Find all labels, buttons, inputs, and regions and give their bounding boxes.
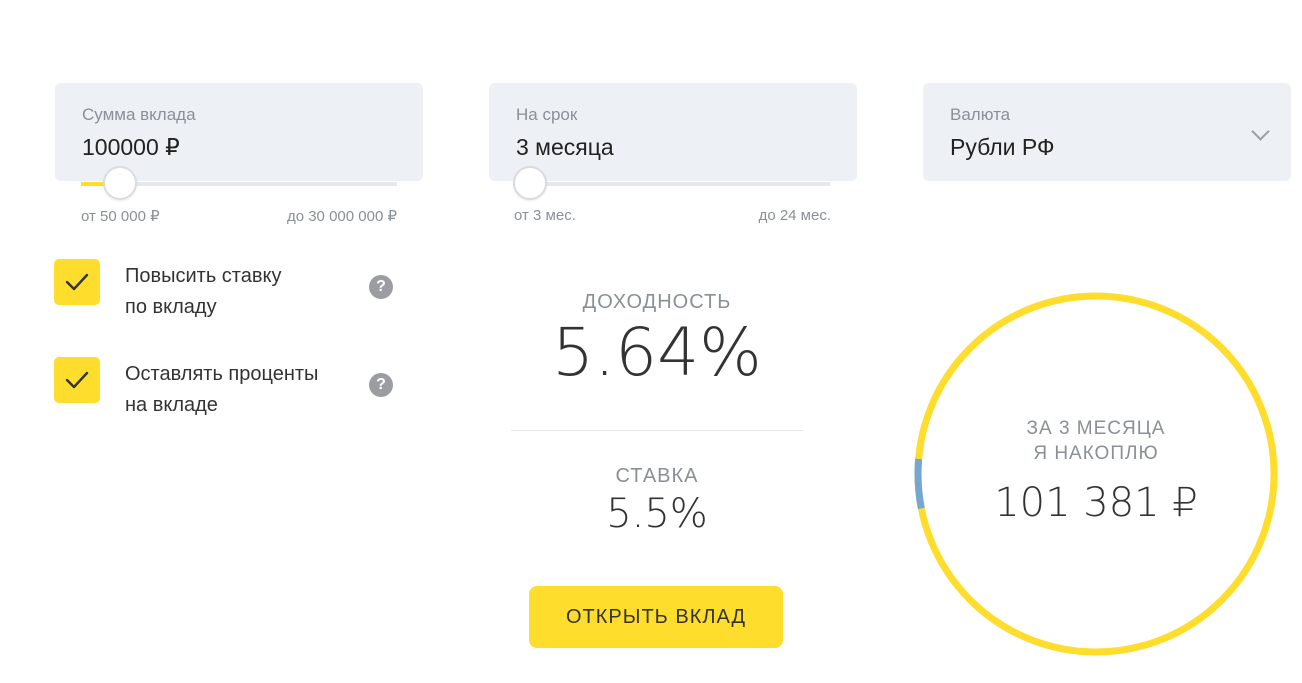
rate-caption: СТАВКА (615, 465, 699, 487)
increase-rate-checkbox[interactable] (54, 259, 100, 305)
currency-label: Валюта (950, 105, 1011, 124)
yield-caption: ДОХОДНОСТЬ (582, 291, 732, 313)
currency-select[interactable]: Валюта Рубли РФ (923, 83, 1291, 181)
checkmark-icon (65, 273, 89, 291)
summary-caption: ЗА 3 МЕСЯЦА Я НАКОПЛЮ (913, 416, 1279, 466)
increase-rate-label: Повысить ставку по вкладу (125, 261, 365, 323)
help-icon[interactable]: ? (369, 373, 393, 397)
savings-donut (914, 292, 1278, 656)
term-slider-thumb[interactable] (513, 166, 547, 200)
currency-value: Рубли РФ (950, 134, 1055, 160)
term-value[interactable]: 3 месяца (516, 133, 830, 161)
keep-interest-label-line1: Оставлять проценты (125, 363, 319, 385)
deposit-amount-slider[interactable] (81, 166, 397, 200)
open-deposit-button[interactable]: ОТКРЫТЬ ВКЛАД (529, 586, 783, 648)
keep-interest-label-line2: на вкладе (125, 394, 218, 416)
yield-value: 5.64% (552, 314, 762, 391)
increase-rate-label-line1: Повысить ставку (125, 265, 282, 287)
term-label: На срок (516, 105, 578, 124)
deposit-amount-slider-thumb[interactable] (103, 166, 137, 200)
help-icon[interactable]: ? (369, 275, 393, 299)
checkmark-icon (65, 371, 89, 389)
term-slider[interactable] (513, 166, 830, 200)
term-field[interactable]: На срок 3 месяца (489, 83, 857, 181)
deposit-amount-min: от 50 000 ₽ (81, 208, 160, 225)
keep-interest-checkbox[interactable] (54, 357, 100, 403)
deposit-amount-max: до 30 000 000 ₽ (286, 208, 397, 225)
summary-line1: ЗА 3 МЕСЯЦА (1026, 418, 1166, 439)
summary-amount: 101 381 ₽ (994, 480, 1198, 526)
deposit-amount-value[interactable]: 100000 ₽ (82, 133, 396, 161)
option-keep-interest: Оставлять проценты на вкладе ? (54, 357, 414, 437)
deposit-amount-label: Сумма вклада (82, 105, 196, 124)
option-increase-rate: Повысить ставку по вкладу ? (54, 259, 414, 339)
keep-interest-label: Оставлять проценты на вкладе (125, 359, 365, 421)
term-max: до 24 мес. (758, 207, 831, 224)
term-min: от 3 мес. (514, 207, 576, 224)
donut-principal-ring (914, 292, 1278, 656)
summary-line2: Я НАКОПЛЮ (1033, 443, 1159, 464)
rate-value: 5.5% (606, 491, 708, 537)
deposit-amount-field[interactable]: Сумма вклада 100000 ₽ (55, 83, 423, 181)
increase-rate-label-line2: по вкладу (125, 296, 217, 318)
divider (511, 430, 803, 431)
